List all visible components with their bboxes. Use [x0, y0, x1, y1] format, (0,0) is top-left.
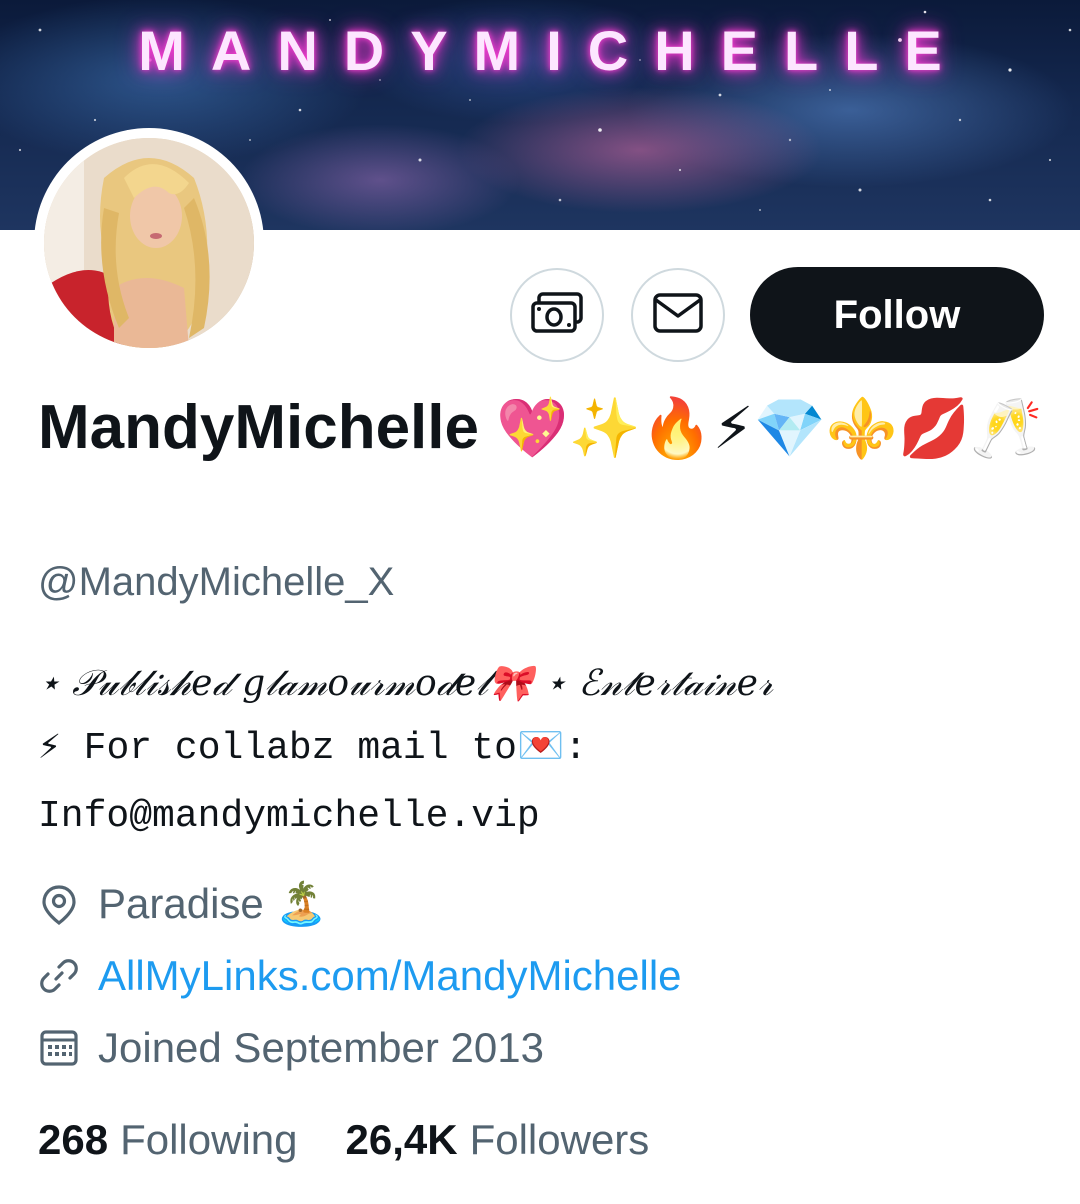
location-row: Paradise 🏝️ — [38, 880, 328, 929]
followers-stat[interactable]: 26,4K Followers — [346, 1116, 650, 1164]
website-row: AllMyLinks.com/MandyMichelle — [38, 952, 682, 1000]
banner-title: MANDYMICHELLE — [138, 19, 968, 82]
following-stat[interactable]: 268 Following — [38, 1116, 298, 1164]
joined-text: Joined September 2013 — [98, 1024, 544, 1071]
link-icon — [38, 955, 80, 997]
bio-email: Info@mandymichelle.vip — [38, 795, 540, 838]
avatar[interactable] — [34, 128, 264, 358]
bio-line-2: ⚡ For collabz mail to💌: — [38, 727, 588, 770]
bio-line-1: ⋆ 𝒫𝓊𝒷𝓁𝒾𝓈𝒽𝑒𝒹 𝑔𝓁𝒶𝓂𝑜𝓊𝓇𝓂𝑜𝒹𝑒𝓁🎀 ⋆ ℰ𝓃𝓉𝑒𝓇𝓉𝒶𝒾𝓃𝑒𝓇 — [38, 663, 773, 704]
following-count: 268 — [38, 1116, 109, 1163]
calendar-icon — [38, 1027, 80, 1069]
follow-stats: 268 Following 26,4K Followers — [38, 1116, 697, 1164]
money-icon — [529, 291, 585, 340]
location-text: Paradise 🏝️ — [98, 880, 328, 927]
followers-count: 26,4K — [345, 1116, 458, 1163]
name-emojis: 💖✨🔥⚡💎⚜️💋🥂 — [496, 394, 1043, 462]
mail-icon — [652, 292, 704, 339]
website-link[interactable]: AllMyLinks.com/MandyMichelle — [98, 952, 682, 1000]
location-pin-icon — [38, 884, 80, 926]
followers-label: Followers — [469, 1116, 650, 1163]
user-handle: @MandyMichelle_X — [38, 560, 395, 604]
display-name-block: MandyMichelle 💖✨🔥⚡💎⚜️💋🥂 — [38, 388, 1058, 468]
following-label: Following — [120, 1116, 298, 1163]
display-name: MandyMichelle — [38, 393, 479, 462]
message-button[interactable] — [631, 268, 725, 362]
joined-row: Joined September 2013 — [38, 1024, 544, 1072]
follow-button[interactable]: Follow — [750, 267, 1044, 363]
tip-button[interactable] — [510, 268, 604, 362]
avatar-photo — [44, 138, 254, 348]
